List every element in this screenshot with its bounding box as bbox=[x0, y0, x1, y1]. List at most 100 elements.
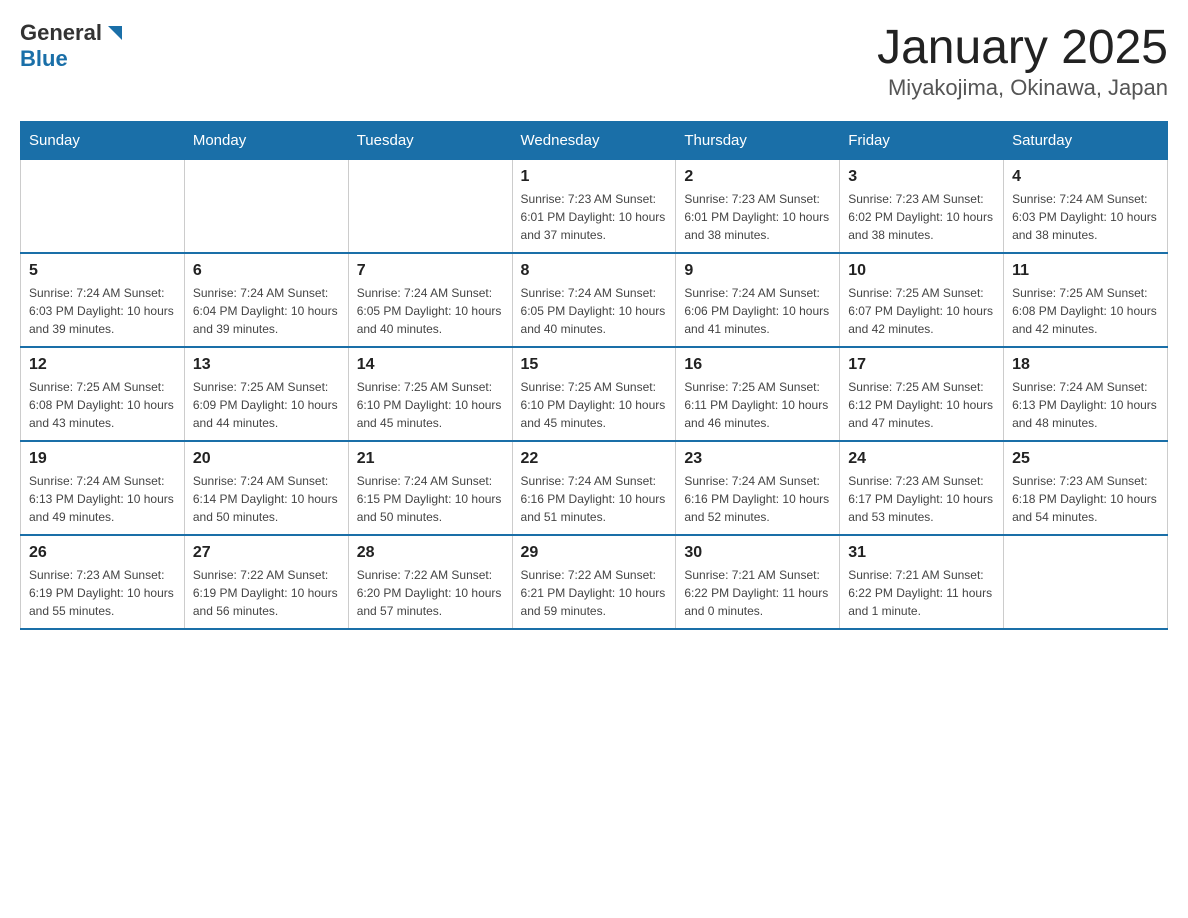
day-info: Sunrise: 7:21 AM Sunset: 6:22 PM Dayligh… bbox=[848, 566, 995, 620]
day-info: Sunrise: 7:22 AM Sunset: 6:20 PM Dayligh… bbox=[357, 566, 504, 620]
day-info: Sunrise: 7:24 AM Sunset: 6:05 PM Dayligh… bbox=[521, 284, 668, 338]
weekday-header: Friday bbox=[840, 122, 1004, 160]
calendar-cell: 1 Sunrise: 7:23 AM Sunset: 6:01 PM Daylig… bbox=[512, 160, 676, 254]
logo: General Blue bbox=[20, 20, 126, 72]
logo-triangle-icon bbox=[104, 22, 126, 44]
day-number: 14 bbox=[357, 356, 504, 374]
day-info: Sunrise: 7:23 AM Sunset: 6:19 PM Dayligh… bbox=[29, 566, 176, 620]
calendar-cell: 25 Sunrise: 7:23 AM Sunset: 6:18 PM Dayli… bbox=[1004, 441, 1168, 535]
day-info: Sunrise: 7:23 AM Sunset: 6:01 PM Dayligh… bbox=[684, 190, 831, 244]
day-number: 19 bbox=[29, 450, 176, 468]
calendar-week-row: 12 Sunrise: 7:25 AM Sunset: 6:08 PM Dayli… bbox=[21, 347, 1168, 441]
calendar-cell bbox=[184, 160, 348, 254]
day-number: 28 bbox=[357, 544, 504, 562]
day-info: Sunrise: 7:22 AM Sunset: 6:19 PM Dayligh… bbox=[193, 566, 340, 620]
day-number: 6 bbox=[193, 262, 340, 280]
day-info: Sunrise: 7:24 AM Sunset: 6:16 PM Dayligh… bbox=[521, 472, 668, 526]
day-number: 10 bbox=[848, 262, 995, 280]
weekday-header: Wednesday bbox=[512, 122, 676, 160]
day-number: 31 bbox=[848, 544, 995, 562]
day-info: Sunrise: 7:23 AM Sunset: 6:18 PM Dayligh… bbox=[1012, 472, 1159, 526]
day-info: Sunrise: 7:25 AM Sunset: 6:10 PM Dayligh… bbox=[521, 378, 668, 432]
calendar-cell: 7 Sunrise: 7:24 AM Sunset: 6:05 PM Daylig… bbox=[348, 253, 512, 347]
day-info: Sunrise: 7:25 AM Sunset: 6:12 PM Dayligh… bbox=[848, 378, 995, 432]
day-number: 13 bbox=[193, 356, 340, 374]
calendar-cell: 27 Sunrise: 7:22 AM Sunset: 6:19 PM Dayli… bbox=[184, 535, 348, 629]
day-info: Sunrise: 7:24 AM Sunset: 6:03 PM Dayligh… bbox=[29, 284, 176, 338]
day-info: Sunrise: 7:25 AM Sunset: 6:09 PM Dayligh… bbox=[193, 378, 340, 432]
calendar-cell: 28 Sunrise: 7:22 AM Sunset: 6:20 PM Dayli… bbox=[348, 535, 512, 629]
weekday-header: Sunday bbox=[21, 122, 185, 160]
day-number: 21 bbox=[357, 450, 504, 468]
day-number: 3 bbox=[848, 168, 995, 186]
day-info: Sunrise: 7:24 AM Sunset: 6:15 PM Dayligh… bbox=[357, 472, 504, 526]
calendar-cell: 3Sunrise: 7:23 AM Sunset: 6:02 PM Daylig… bbox=[840, 160, 1004, 254]
weekday-header: Thursday bbox=[676, 122, 840, 160]
day-number: 11 bbox=[1012, 262, 1159, 280]
day-number: 4 bbox=[1012, 168, 1159, 186]
calendar-cell: 15 Sunrise: 7:25 AM Sunset: 6:10 PM Dayli… bbox=[512, 347, 676, 441]
calendar-week-row: 26 Sunrise: 7:23 AM Sunset: 6:19 PM Dayli… bbox=[21, 535, 1168, 629]
day-info: Sunrise: 7:25 AM Sunset: 6:07 PM Dayligh… bbox=[848, 284, 995, 338]
day-info: Sunrise: 7:25 AM Sunset: 6:11 PM Dayligh… bbox=[684, 378, 831, 432]
day-info: Sunrise: 7:24 AM Sunset: 6:03 PM Dayligh… bbox=[1012, 190, 1159, 244]
day-number: 8 bbox=[521, 262, 668, 280]
calendar-cell: 2 Sunrise: 7:23 AM Sunset: 6:01 PM Daylig… bbox=[676, 160, 840, 254]
day-info: Sunrise: 7:23 AM Sunset: 6:01 PM Dayligh… bbox=[521, 190, 668, 244]
day-number: 16 bbox=[684, 356, 831, 374]
day-number: 15 bbox=[521, 356, 668, 374]
day-info: Sunrise: 7:23 AM Sunset: 6:17 PM Dayligh… bbox=[848, 472, 995, 526]
calendar-cell: 30Sunrise: 7:21 AM Sunset: 6:22 PM Dayli… bbox=[676, 535, 840, 629]
weekday-header: Monday bbox=[184, 122, 348, 160]
calendar-week-row: 1 Sunrise: 7:23 AM Sunset: 6:01 PM Daylig… bbox=[21, 160, 1168, 254]
page-header: General Blue January 2025 Miyakojima, Ok… bbox=[20, 20, 1168, 101]
day-number: 1 bbox=[521, 168, 668, 186]
day-number: 18 bbox=[1012, 356, 1159, 374]
day-info: Sunrise: 7:24 AM Sunset: 6:05 PM Dayligh… bbox=[357, 284, 504, 338]
day-info: Sunrise: 7:25 AM Sunset: 6:10 PM Dayligh… bbox=[357, 378, 504, 432]
day-info: Sunrise: 7:25 AM Sunset: 6:08 PM Dayligh… bbox=[1012, 284, 1159, 338]
day-info: Sunrise: 7:22 AM Sunset: 6:21 PM Dayligh… bbox=[521, 566, 668, 620]
calendar-cell: 22 Sunrise: 7:24 AM Sunset: 6:16 PM Dayli… bbox=[512, 441, 676, 535]
day-number: 23 bbox=[684, 450, 831, 468]
day-number: 22 bbox=[521, 450, 668, 468]
calendar-cell: 14 Sunrise: 7:25 AM Sunset: 6:10 PM Dayli… bbox=[348, 347, 512, 441]
calendar-cell bbox=[348, 160, 512, 254]
day-number: 25 bbox=[1012, 450, 1159, 468]
calendar-cell: 20Sunrise: 7:24 AM Sunset: 6:14 PM Dayli… bbox=[184, 441, 348, 535]
calendar-cell bbox=[1004, 535, 1168, 629]
logo-blue: Blue bbox=[20, 46, 68, 72]
calendar-header-row: SundayMondayTuesdayWednesdayThursdayFrid… bbox=[21, 122, 1168, 160]
day-info: Sunrise: 7:21 AM Sunset: 6:22 PM Dayligh… bbox=[684, 566, 831, 620]
weekday-header: Tuesday bbox=[348, 122, 512, 160]
weekday-header: Saturday bbox=[1004, 122, 1168, 160]
day-number: 5 bbox=[29, 262, 176, 280]
day-number: 27 bbox=[193, 544, 340, 562]
day-info: Sunrise: 7:24 AM Sunset: 6:04 PM Dayligh… bbox=[193, 284, 340, 338]
calendar-cell: 13 Sunrise: 7:25 AM Sunset: 6:09 PM Dayli… bbox=[184, 347, 348, 441]
day-number: 20 bbox=[193, 450, 340, 468]
calendar-cell: 4 Sunrise: 7:24 AM Sunset: 6:03 PM Daylig… bbox=[1004, 160, 1168, 254]
day-info: Sunrise: 7:24 AM Sunset: 6:06 PM Dayligh… bbox=[684, 284, 831, 338]
day-info: Sunrise: 7:25 AM Sunset: 6:08 PM Dayligh… bbox=[29, 378, 176, 432]
day-number: 2 bbox=[684, 168, 831, 186]
calendar-cell: 12 Sunrise: 7:25 AM Sunset: 6:08 PM Dayli… bbox=[21, 347, 185, 441]
calendar-cell bbox=[21, 160, 185, 254]
calendar-cell: 11 Sunrise: 7:25 AM Sunset: 6:08 PM Dayli… bbox=[1004, 253, 1168, 347]
day-number: 24 bbox=[848, 450, 995, 468]
calendar-cell: 31 Sunrise: 7:21 AM Sunset: 6:22 PM Dayli… bbox=[840, 535, 1004, 629]
day-number: 7 bbox=[357, 262, 504, 280]
calendar-week-row: 5 Sunrise: 7:24 AM Sunset: 6:03 PM Daylig… bbox=[21, 253, 1168, 347]
day-info: Sunrise: 7:24 AM Sunset: 6:13 PM Dayligh… bbox=[1012, 378, 1159, 432]
calendar-cell: 29 Sunrise: 7:22 AM Sunset: 6:21 PM Dayli… bbox=[512, 535, 676, 629]
calendar-cell: 26 Sunrise: 7:23 AM Sunset: 6:19 PM Dayli… bbox=[21, 535, 185, 629]
page-title: January 2025 bbox=[877, 20, 1168, 75]
calendar-table: SundayMondayTuesdayWednesdayThursdayFrid… bbox=[20, 121, 1168, 630]
calendar-cell: 19Sunrise: 7:24 AM Sunset: 6:13 PM Dayli… bbox=[21, 441, 185, 535]
calendar-cell: 8 Sunrise: 7:24 AM Sunset: 6:05 PM Daylig… bbox=[512, 253, 676, 347]
day-number: 29 bbox=[521, 544, 668, 562]
day-number: 9 bbox=[684, 262, 831, 280]
day-number: 12 bbox=[29, 356, 176, 374]
day-number: 26 bbox=[29, 544, 176, 562]
title-block: January 2025 Miyakojima, Okinawa, Japan bbox=[877, 20, 1168, 101]
